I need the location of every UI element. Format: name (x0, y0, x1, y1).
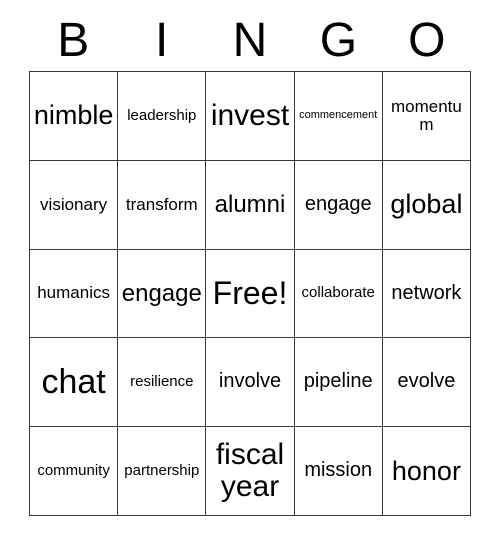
bingo-cell-label: mission (304, 459, 373, 482)
bingo-row: chat resilience involve pipeline evolve (30, 338, 472, 428)
bingo-row: nimble leadership invest commencement mo… (30, 72, 472, 161)
header-letter-i: I (154, 13, 169, 67)
bingo-cell-label: nimble (33, 100, 114, 131)
bingo-cell[interactable]: leadership (118, 72, 207, 161)
header-letter-g: G (319, 13, 358, 67)
bingo-cell-label: involve (218, 370, 282, 393)
bingo-cell[interactable]: honor (382, 427, 472, 516)
bingo-cell-free[interactable]: Free! (206, 249, 295, 339)
bingo-cell-label: commencement (299, 108, 378, 121)
bingo-cell-label: humanics (37, 283, 110, 303)
bingo-cell-label: collaborate (301, 284, 375, 302)
bingo-cell-label: community (37, 461, 110, 479)
bingo-cell[interactable]: pipeline (294, 338, 383, 428)
bingo-row: community partnership fiscal year missio… (30, 427, 472, 516)
bingo-cell-label: momentum (390, 96, 462, 134)
bingo-cell-label: network (391, 281, 462, 304)
bingo-cell-label: chat (41, 362, 106, 401)
bingo-cell-label: alumni (214, 190, 286, 218)
bingo-cell[interactable]: resilience (118, 338, 207, 428)
bingo-cell[interactable]: partnership (118, 427, 207, 516)
bingo-cell[interactable]: engage (294, 160, 383, 250)
bingo-cell[interactable]: chat (30, 338, 119, 428)
bingo-cell-label: evolve (397, 370, 456, 393)
bingo-card: B I N G O nimble leadership invest comme… (29, 10, 472, 516)
bingo-free-label: Free! (212, 275, 288, 312)
bingo-grid: nimble leadership invest commencement mo… (29, 71, 472, 516)
bingo-cell[interactable]: invest (206, 72, 295, 161)
bingo-row: humanics engage Free! collaborate networ… (30, 249, 472, 339)
header-letter-o: O (408, 13, 446, 67)
bingo-cell[interactable]: nimble (30, 72, 119, 161)
bingo-cell-label: leadership (127, 106, 197, 124)
bingo-cell[interactable]: humanics (30, 249, 119, 339)
bingo-cell[interactable]: engage (118, 249, 207, 339)
bingo-cell-label: partnership (124, 461, 200, 479)
bingo-header: B I N G O (29, 10, 471, 71)
bingo-cell[interactable]: commencement (294, 72, 383, 161)
bingo-cell-label: engage (304, 192, 372, 215)
bingo-cell[interactable]: global (382, 160, 472, 250)
bingo-cell-label: fiscal year (215, 437, 285, 504)
bingo-cell[interactable]: fiscal year (206, 427, 295, 516)
header-letter-n: N (232, 13, 268, 67)
bingo-cell[interactable]: involve (206, 338, 295, 428)
bingo-cell[interactable]: visionary (30, 160, 119, 250)
header-letter-b: B (57, 13, 90, 67)
bingo-cell[interactable]: community (30, 427, 119, 516)
bingo-cell-label: engage (121, 279, 202, 307)
bingo-cell-label: honor (391, 455, 461, 486)
bingo-cell[interactable]: transform (118, 160, 207, 250)
bingo-cell[interactable]: alumni (206, 160, 295, 250)
bingo-row: visionary transform alumni engage global (30, 160, 472, 250)
bingo-cell[interactable]: collaborate (294, 249, 383, 339)
bingo-cell-label: transform (125, 194, 198, 214)
bingo-cell[interactable]: momentum (382, 72, 472, 161)
bingo-cell[interactable]: network (382, 249, 472, 339)
bingo-cell[interactable]: evolve (382, 338, 472, 428)
bingo-cell-label: global (390, 189, 463, 220)
bingo-cell-label: visionary (40, 194, 108, 214)
bingo-cell-label: pipeline (303, 370, 373, 393)
bingo-cell-label: invest (210, 98, 290, 132)
bingo-cell-label: resilience (130, 373, 194, 391)
bingo-cell[interactable]: mission (294, 427, 383, 516)
